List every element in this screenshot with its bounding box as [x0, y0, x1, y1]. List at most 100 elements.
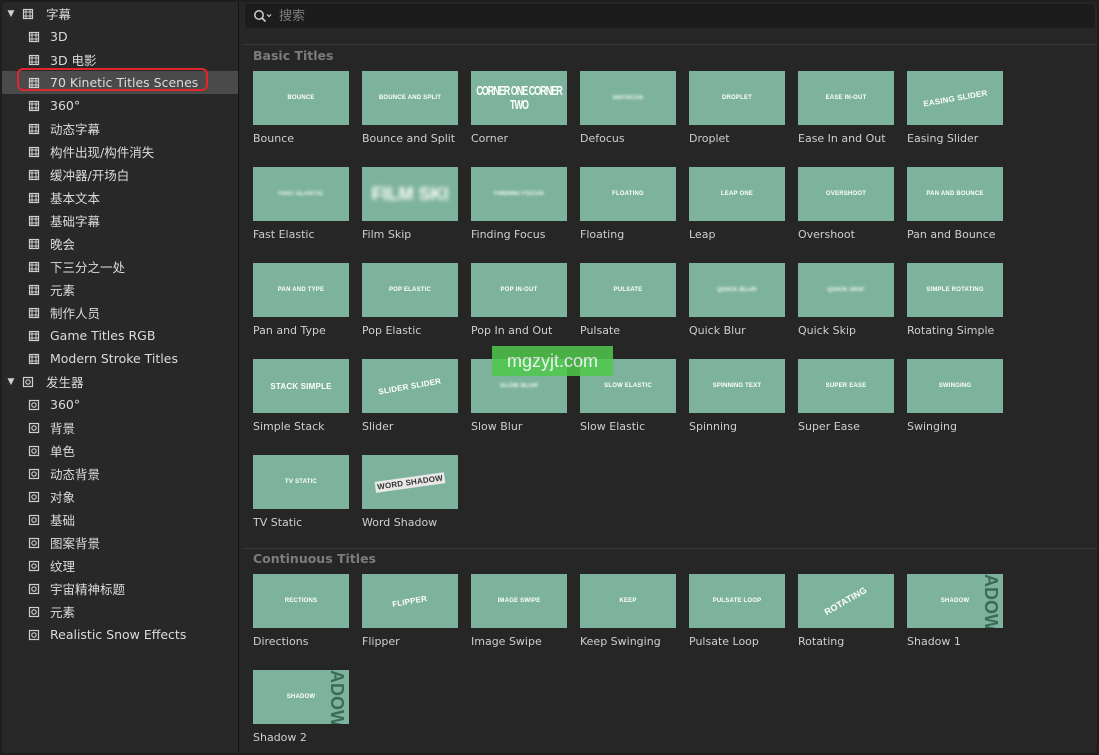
- template-thumbnail[interactable]: FLOATING: [580, 167, 676, 221]
- template-thumbnail[interactable]: SPINNING TEXT: [689, 359, 785, 413]
- sidebar-item[interactable]: 360°: [2, 393, 238, 416]
- template-thumbnail[interactable]: IMAGE SWIPE: [471, 574, 567, 628]
- template-thumbnail[interactable]: SWINGING: [907, 359, 1003, 413]
- template-thumbnail[interactable]: DEFOCUS: [580, 71, 676, 125]
- title-template-tile[interactable]: SPINNING TEXT Spinning: [689, 359, 785, 445]
- title-template-tile[interactable]: PULSATE LOOP Pulsate Loop: [689, 574, 785, 660]
- title-template-tile[interactable]: PAN AND TYPE Pan and Type: [253, 263, 349, 349]
- title-template-tile[interactable]: QUICK SKIP Quick Skip: [798, 263, 894, 349]
- template-thumbnail[interactable]: PULSATE: [580, 263, 676, 317]
- title-template-tile[interactable]: FILM SKI Film Skip: [362, 167, 458, 253]
- sidebar-item[interactable]: 元素: [2, 278, 238, 301]
- title-template-tile[interactable]: EASE IN-OUT Ease In and Out: [798, 71, 894, 157]
- template-thumbnail[interactable]: CORNER ONE CORNER TWO: [471, 71, 567, 125]
- sidebar-item[interactable]: 晚会: [2, 232, 238, 255]
- sidebar-item[interactable]: 制作人员: [2, 301, 238, 324]
- disclosure-triangle-icon[interactable]: ▼: [4, 9, 18, 19]
- template-thumbnail[interactable]: PAN AND BOUNCE: [907, 167, 1003, 221]
- title-template-tile[interactable]: SIMPLE ROTATING Rotating Simple: [907, 263, 1003, 349]
- template-thumbnail[interactable]: EASE IN-OUT: [798, 71, 894, 125]
- template-thumbnail[interactable]: KEEP: [580, 574, 676, 628]
- title-template-tile[interactable]: KEEP Keep Swinging: [580, 574, 676, 660]
- sidebar-item[interactable]: 动态字幕: [2, 117, 238, 140]
- title-template-tile[interactable]: FLIPPER Flipper: [362, 574, 458, 660]
- title-template-tile[interactable]: SWINGING Swinging: [907, 359, 1003, 445]
- search-icon[interactable]: [253, 9, 273, 23]
- sidebar-item[interactable]: Game Titles RGB: [2, 324, 238, 347]
- sidebar-item[interactable]: Realistic Snow Effects: [2, 623, 238, 646]
- title-template-tile[interactable]: SHADOW ADOW Shadow 2: [253, 670, 349, 753]
- title-template-tile[interactable]: PAN AND BOUNCE Pan and Bounce: [907, 167, 1003, 253]
- template-thumbnail[interactable]: PAN AND TYPE: [253, 263, 349, 317]
- template-thumbnail[interactable]: SUPER EASE: [798, 359, 894, 413]
- template-thumbnail[interactable]: SHADOW ADOW: [253, 670, 349, 724]
- sidebar-group-generators[interactable]: ▼ 发生器: [2, 370, 238, 393]
- title-template-tile[interactable]: SLIDER SLIDER Slider: [362, 359, 458, 445]
- template-thumbnail[interactable]: OVERSHOOT: [798, 167, 894, 221]
- title-template-tile[interactable]: OVERSHOOT Overshoot: [798, 167, 894, 253]
- template-thumbnail[interactable]: SLIDER SLIDER: [362, 359, 458, 413]
- title-template-tile[interactable]: FAST ELASTIC Fast Elastic: [253, 167, 349, 253]
- template-thumbnail[interactable]: POP ELASTIC: [362, 263, 458, 317]
- title-template-tile[interactable]: SUPER EASE Super Ease: [798, 359, 894, 445]
- title-template-tile[interactable]: STACK SIMPLE Simple Stack: [253, 359, 349, 445]
- template-thumbnail[interactable]: SHADOW ADOW: [907, 574, 1003, 628]
- sidebar-item[interactable]: 缓冲器/开场白: [2, 163, 238, 186]
- template-thumbnail[interactable]: SIMPLE ROTATING: [907, 263, 1003, 317]
- title-template-tile[interactable]: FINDING FOCUS Finding Focus: [471, 167, 567, 253]
- template-thumbnail[interactable]: RECTIONS: [253, 574, 349, 628]
- sidebar-item[interactable]: 元素: [2, 600, 238, 623]
- title-template-tile[interactable]: EASING SLIDER Easing Slider: [907, 71, 1003, 157]
- template-thumbnail[interactable]: FAST ELASTIC: [253, 167, 349, 221]
- template-thumbnail[interactable]: STACK SIMPLE: [253, 359, 349, 413]
- title-template-tile[interactable]: POP IN-OUT Pop In and Out: [471, 263, 567, 349]
- title-template-tile[interactable]: SHADOW ADOW Shadow 1: [907, 574, 1003, 660]
- sidebar-item[interactable]: 构件出现/构件消失: [2, 140, 238, 163]
- sidebar-item[interactable]: 下三分之一处: [2, 255, 238, 278]
- search-input[interactable]: [277, 7, 581, 25]
- template-thumbnail[interactable]: QUICK BLUR: [689, 263, 785, 317]
- template-thumbnail[interactable]: LEAP ONE: [689, 167, 785, 221]
- template-thumbnail[interactable]: PULSATE LOOP: [689, 574, 785, 628]
- title-template-tile[interactable]: FLOATING Floating: [580, 167, 676, 253]
- title-template-tile[interactable]: IMAGE SWIPE Image Swipe: [471, 574, 567, 660]
- template-thumbnail[interactable]: FILM SKI: [362, 167, 458, 221]
- title-template-tile[interactable]: POP ELASTIC Pop Elastic: [362, 263, 458, 349]
- template-thumbnail[interactable]: WORD SHADOW: [362, 455, 458, 509]
- template-thumbnail[interactable]: FINDING FOCUS: [471, 167, 567, 221]
- title-template-tile[interactable]: QUICK BLUR Quick Blur: [689, 263, 785, 349]
- title-template-tile[interactable]: BOUNCE Bounce: [253, 71, 349, 157]
- title-template-tile[interactable]: DROPLET Droplet: [689, 71, 785, 157]
- disclosure-triangle-icon[interactable]: ▼: [4, 377, 18, 387]
- sidebar-item[interactable]: 纹理: [2, 554, 238, 577]
- title-template-tile[interactable]: LEAP ONE Leap: [689, 167, 785, 253]
- sidebar-item[interactable]: 基础字幕: [2, 209, 238, 232]
- template-thumbnail[interactable]: EASING SLIDER: [907, 71, 1003, 125]
- template-thumbnail[interactable]: ROTATING: [798, 574, 894, 628]
- sidebar-item[interactable]: 动态背景: [2, 462, 238, 485]
- sidebar-item[interactable]: 基础: [2, 508, 238, 531]
- sidebar-item[interactable]: 360°: [2, 94, 238, 117]
- title-template-tile[interactable]: BOUNCE AND SPLIT Bounce and Split: [362, 71, 458, 157]
- template-thumbnail[interactable]: POP IN-OUT: [471, 263, 567, 317]
- sidebar-item[interactable]: 对象: [2, 485, 238, 508]
- template-thumbnail[interactable]: DROPLET: [689, 71, 785, 125]
- sidebar-item[interactable]: 3D: [2, 25, 238, 48]
- sidebar-item[interactable]: 基本文本: [2, 186, 238, 209]
- sidebar-item[interactable]: 图案背景: [2, 531, 238, 554]
- title-template-tile[interactable]: RECTIONS Directions: [253, 574, 349, 660]
- template-thumbnail[interactable]: FLIPPER: [362, 574, 458, 628]
- sidebar-item[interactable]: 宇宙精神标题: [2, 577, 238, 600]
- title-template-tile[interactable]: TV STATIC TV Static: [253, 455, 349, 541]
- title-template-tile[interactable]: ROTATING Rotating: [798, 574, 894, 660]
- template-thumbnail[interactable]: QUICK SKIP: [798, 263, 894, 317]
- sidebar-item[interactable]: 单色: [2, 439, 238, 462]
- title-template-tile[interactable]: WORD SHADOW Word Shadow: [362, 455, 458, 541]
- search-bar[interactable]: [245, 4, 1095, 28]
- template-thumbnail[interactable]: TV STATIC: [253, 455, 349, 509]
- title-template-tile[interactable]: PULSATE Pulsate: [580, 263, 676, 349]
- sidebar-group-titles[interactable]: ▼ 字幕: [2, 2, 238, 25]
- title-template-tile[interactable]: DEFOCUS Defocus: [580, 71, 676, 157]
- sidebar-item[interactable]: 背景: [2, 416, 238, 439]
- template-thumbnail[interactable]: BOUNCE: [253, 71, 349, 125]
